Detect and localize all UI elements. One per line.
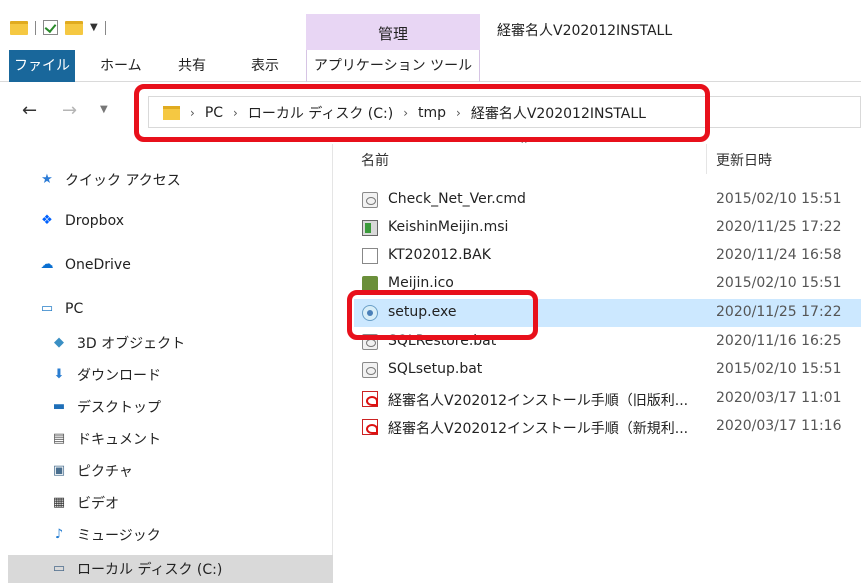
file-name: KT202012.BAK	[388, 247, 491, 263]
cube-icon: ◆	[54, 335, 64, 350]
sidebar-item-label: 3D オブジェクト	[77, 336, 186, 352]
sidebar-item-downloads[interactable]: ⬇ ダウンロード	[50, 365, 161, 385]
sidebar-item-onedrive[interactable]: ☁ OneDrive	[38, 257, 131, 273]
sidebar-item-label: Dropbox	[65, 213, 124, 229]
file-row-check-net-ver[interactable]: Check_Net_Ver.cmd 2015/02/10 15:51	[354, 186, 861, 214]
tab-home[interactable]: ホーム	[100, 50, 142, 82]
sidebar-item-label: ローカル ディスク (C:)	[77, 562, 223, 578]
cmd-file-icon	[362, 192, 378, 208]
sidebar-item-videos[interactable]: ▦ ビデオ	[50, 493, 119, 513]
file-name: 経審名人V202012インストール手順（旧版利...	[388, 393, 689, 409]
sidebar-item-quick-access[interactable]: ★ クイック アクセス	[38, 170, 181, 190]
pdf-file-icon	[362, 419, 378, 435]
file-list: ⌃ 名前 更新日時 Check_Net_Ver.cmd 2015/02/10 1…	[334, 138, 861, 583]
document-icon: ▤	[52, 431, 66, 446]
title-bar: ▼ 管理 経審名人V202012INSTALL	[0, 0, 861, 50]
sidebar-item-label: ミュージック	[77, 528, 161, 544]
sidebar-item-label: ビデオ	[77, 496, 119, 512]
file-date: 2020/11/16 16:25	[716, 333, 842, 349]
back-arrow-icon[interactable]: ←	[22, 100, 37, 121]
file-date: 2020/03/17 11:16	[716, 418, 842, 434]
tab-file[interactable]: ファイル	[9, 50, 75, 82]
sidebar-item-label: ピクチャ	[77, 464, 133, 480]
file-name: SQLsetup.bat	[388, 361, 483, 377]
tab-share[interactable]: 共有	[178, 50, 206, 82]
sidebar-item-label: PC	[65, 301, 84, 317]
file-row-sqlsetup-bat[interactable]: SQLsetup.bat 2015/02/10 15:51	[354, 356, 861, 384]
sidebar-item-dropbox[interactable]: ❖ Dropbox	[38, 213, 124, 229]
file-name: KeishinMeijin.msi	[388, 219, 509, 235]
context-tab-header-label: 管理	[377, 25, 408, 43]
column-header-date-modified[interactable]: 更新日時	[716, 150, 772, 170]
file-row-install-guide-old[interactable]: 経審名人V202012インストール手順（旧版利... 2020/03/17 11…	[354, 385, 861, 413]
address-highlight-outline	[134, 84, 710, 142]
cloud-icon: ☁	[40, 257, 54, 272]
sidebar-item-music[interactable]: ♪ ミュージック	[50, 525, 161, 545]
music-icon: ♪	[54, 527, 64, 542]
picture-icon: ▣	[52, 463, 66, 478]
tab-application-tools[interactable]: アプリケーション ツール	[306, 50, 480, 82]
download-icon: ⬇	[53, 367, 65, 382]
sidebar-item-pictures[interactable]: ▣ ピクチャ	[50, 461, 133, 481]
toolbar-separator	[104, 20, 106, 35]
file-date: 2020/11/24 16:58	[716, 247, 842, 263]
file-date: 2020/11/25 17:22	[716, 304, 842, 320]
column-divider[interactable]	[706, 144, 707, 174]
sidebar-item-label: ダウンロード	[77, 368, 161, 384]
sidebar-item-documents[interactable]: ▤ ドキュメント	[50, 429, 161, 449]
file-date: 2020/03/17 11:01	[716, 390, 842, 406]
file-date: 2015/02/10 15:51	[716, 361, 842, 377]
desktop-icon: ▬	[52, 399, 66, 414]
star-icon: ★	[41, 172, 53, 187]
quick-access-toolbar: ▼	[10, 20, 106, 35]
sidebar-item-label: OneDrive	[65, 257, 131, 273]
column-header-name[interactable]: 名前	[361, 150, 389, 170]
dropbox-icon: ❖	[41, 213, 53, 228]
file-name: Meijin.ico	[388, 275, 454, 291]
context-tab-header-manage: 管理	[306, 14, 480, 50]
tab-view[interactable]: 表示	[251, 50, 279, 82]
sidebar-item-local-disk[interactable]: ▭ ローカル ディスク (C:)	[8, 555, 333, 583]
properties-check-icon[interactable]	[43, 20, 58, 35]
sidebar-item-pc[interactable]: ▭ PC	[38, 301, 83, 317]
sidebar-item-label: デスクトップ	[77, 400, 161, 416]
sidebar-item-3d-objects[interactable]: ◆ 3D オブジェクト	[50, 333, 185, 353]
monitor-icon: ▭	[40, 301, 54, 316]
bat-file-icon	[362, 362, 378, 378]
navigation-pane: ★ クイック アクセス ❖ Dropbox ☁ OneDrive ▭ PC ◆ …	[0, 144, 333, 583]
file-name: 経審名人V202012インストール手順（新規利...	[388, 421, 689, 437]
new-folder-icon[interactable]	[65, 20, 83, 35]
file-row-keishinmeijin-msi[interactable]: KeishinMeijin.msi 2020/11/25 17:22	[354, 214, 861, 242]
folder-icon	[10, 20, 28, 35]
pdf-file-icon	[362, 391, 378, 407]
ribbon-tabs: ファイル ホーム 共有 表示 アプリケーション ツール	[0, 50, 861, 82]
window-title: 経審名人V202012INSTALL	[497, 23, 673, 39]
sidebar-item-label: ドキュメント	[77, 432, 161, 448]
blank-file-icon	[362, 248, 378, 264]
toolbar-separator	[35, 20, 36, 35]
forward-arrow-icon[interactable]: →	[62, 100, 77, 121]
msi-file-icon	[362, 220, 378, 236]
file-name: Check_Net_Ver.cmd	[388, 191, 526, 207]
file-row-kt202012-bak[interactable]: KT202012.BAK 2020/11/24 16:58	[354, 242, 861, 270]
setup-exe-highlight-outline	[347, 290, 538, 340]
file-date: 2015/02/10 15:51	[716, 191, 842, 207]
sidebar-item-desktop[interactable]: ▬ デスクトップ	[50, 397, 161, 417]
file-row-install-guide-new[interactable]: 経審名人V202012インストール手順（新規利... 2020/03/17 11…	[354, 413, 861, 441]
disk-icon: ▭	[52, 561, 66, 576]
file-date: 2015/02/10 15:51	[716, 275, 842, 291]
customize-toolbar-chevron-icon[interactable]: ▼	[90, 22, 98, 33]
video-icon: ▦	[52, 495, 66, 510]
sidebar-item-label: クイック アクセス	[65, 173, 181, 189]
file-date: 2020/11/25 17:22	[716, 219, 842, 235]
recent-locations-chevron-icon[interactable]: ▼	[100, 104, 108, 115]
